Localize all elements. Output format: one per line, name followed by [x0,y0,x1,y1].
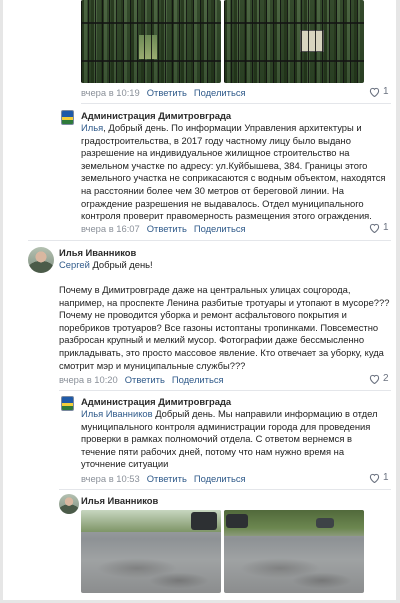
share-button[interactable]: Поделиться [194,87,246,98]
attached-photo-road-1[interactable] [81,510,221,593]
parked-car [191,512,217,530]
attached-photo-gate[interactable] [81,0,221,83]
share-button[interactable]: Поделиться [194,223,246,234]
comment-time[interactable]: вчера в 10:20 [59,374,118,385]
share-button[interactable]: Поделиться [194,473,246,484]
heart-icon [369,223,380,233]
fence-rail [224,22,364,24]
comment-author[interactable]: Администрация Димитровграда [81,396,231,407]
comment-author[interactable]: Илья Иванников [81,495,158,506]
divider [81,103,391,104]
reply-button[interactable]: Ответить [147,87,187,98]
avatar[interactable] [59,494,79,514]
like-button[interactable]: 1 [369,86,389,97]
comment-text: Почему в Димитровграде даже на центральн… [59,284,390,371]
divider [59,489,391,490]
window-frame-right [396,0,400,603]
like-count: 1 [383,86,389,97]
parked-car [226,514,248,528]
divider [59,390,391,391]
comment-time[interactable]: вчера в 10:53 [81,473,140,484]
mention-link[interactable]: Илья Иванников [81,408,153,419]
share-button[interactable]: Поделиться [172,374,224,385]
comment-meta: вчера в 10:20 Ответить Поделиться [59,374,224,385]
fence-bars [81,0,221,83]
comment-meta: вчера в 10:53 Ответить Поделиться [81,473,246,484]
reply-button[interactable]: Ответить [147,473,187,484]
comment-author[interactable]: Администрация Димитровграда [81,110,231,121]
avatar[interactable] [61,396,74,411]
comment-text: Илья Иванников Добрый день. Мы направили… [81,408,378,470]
avatar[interactable] [28,247,54,273]
heart-icon [369,374,380,384]
attached-photo-road-2[interactable] [224,510,364,593]
like-count: 1 [383,222,389,233]
fence-rail [224,60,364,62]
like-button[interactable]: 1 [369,472,389,483]
like-count: 1 [383,472,389,483]
fence-rail [81,22,221,24]
like-count: 2 [383,373,389,384]
comment-meta: вчера в 16:07 Ответить Поделиться [81,223,246,234]
heart-icon [369,473,380,483]
parked-car [316,518,334,528]
comment-time[interactable]: вчера в 16:07 [81,223,140,234]
like-button[interactable]: 2 [369,373,389,384]
window-frame-left [0,0,3,603]
like-button[interactable]: 1 [369,222,389,233]
fence-bars [224,0,364,83]
heart-icon [369,87,380,97]
mention-link[interactable]: Илья [81,122,103,133]
attached-photo-sign[interactable] [224,0,364,83]
reply-button[interactable]: Ответить [125,374,165,385]
fence-rail [81,60,221,62]
comment-text: Илья, Добрый день. По информации Управле… [81,122,386,222]
reply-button[interactable]: Ответить [147,223,187,234]
comment-meta: вчера в 10:19 Ответить Поделиться [81,87,246,98]
comment-text: Сергей Добрый день! [59,259,153,270]
avatar[interactable] [61,110,74,125]
mention-link[interactable]: Сергей [59,259,90,270]
divider [28,240,391,241]
comment-author[interactable]: Илья Иванников [59,247,136,258]
comment-time[interactable]: вчера в 10:19 [81,87,140,98]
